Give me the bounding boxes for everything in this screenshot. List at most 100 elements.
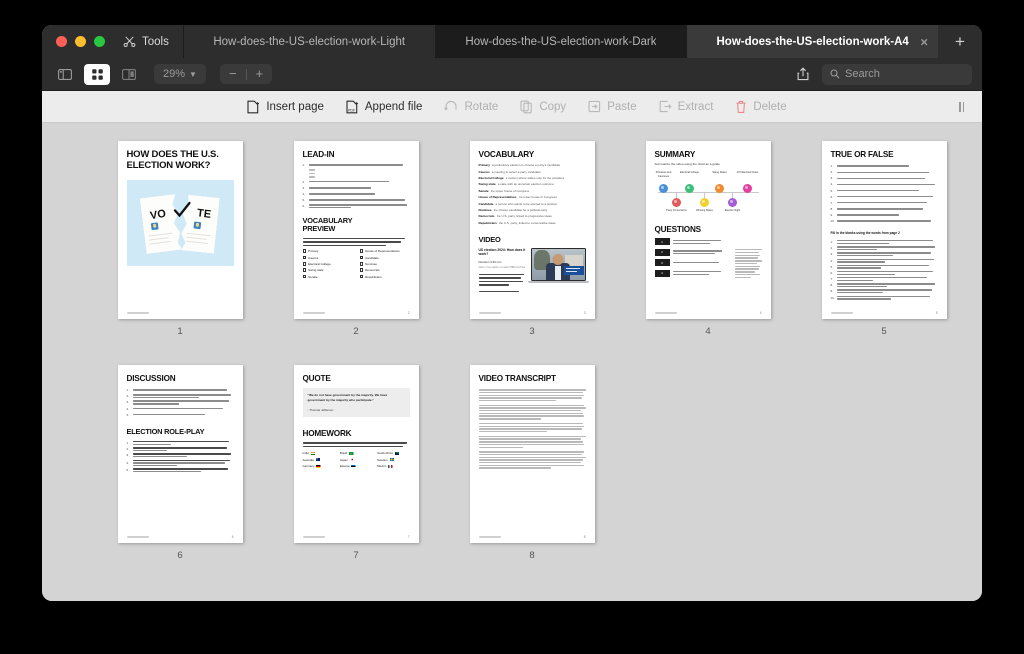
page6-roleplay-title: ELECTION ROLE-PLAY [126,426,205,436]
country-item: Australia [303,458,335,462]
paste-button[interactable]: Paste [588,100,637,113]
new-tab-button[interactable]: + [938,25,982,58]
zoom-level-dropdown[interactable]: 29% ▼ [154,64,206,84]
page5-statement-list: 1. 2. 3. 4. 5. 6. 7. 8. 9. 10. [831,164,938,223]
checkbox[interactable] [359,268,364,273]
tab-a4[interactable]: How-does-the-US-election-work-A4 × [686,25,939,58]
page2-footer-number: 2 [407,311,410,315]
page8-transcript-body [478,389,586,469]
checkbox[interactable] [302,255,307,260]
timeline-label-top: Electoral College [680,171,699,175]
page-thumbnail-6[interactable]: DISCUSSION 1. 2. 3. 4. 5. ELECTION ROLE-… [117,365,243,543]
page1-footer-note [126,312,149,314]
vocab-checkbox-item[interactable]: Caucus [302,255,353,260]
question-item: 2 [654,248,726,256]
question-number-badge: 1 [654,238,670,246]
page2-footer-note [302,312,325,314]
video-thumbnail[interactable] [527,247,589,292]
rotate-button[interactable]: Rotate [444,100,498,113]
flag-icon [351,464,356,468]
country-item: Germany [303,464,335,468]
page-thumbnail-8[interactable]: VIDEO TRANSCRIPT 8 [469,365,595,543]
zoom-out-button[interactable]: − [220,64,246,84]
timeline-node [671,198,681,208]
vocab-checkbox-item[interactable]: House of Representatives [359,249,410,253]
thumbnail-cell-8[interactable]: VIDEO TRANSCRIPT 8 8 [444,365,620,565]
page5-fill-title: Fill in the blanks using the words from … [830,231,900,236]
checkbox[interactable] [359,255,364,260]
page1-title: HOW DOES THE U.S. ELECTION WORK? [126,149,219,171]
definition-item: Senate the upper house of Congress [478,188,530,193]
checkbox[interactable] [302,274,307,279]
page8-footer-note [478,536,501,538]
vocab-checkbox-item[interactable]: Swing state [302,268,353,273]
tab-dark[interactable]: How-does-the-US-election-work-Dark [434,25,687,58]
page2-title: LEAD-IN [302,150,335,159]
page6-roleplay-list: 1. 2. 3. 4. 5. [127,441,234,473]
page2-instruction [302,237,410,247]
split-view-button[interactable] [116,64,142,85]
vocab-checkbox-item[interactable]: Primary [302,249,353,253]
checkbox[interactable] [302,262,307,266]
toolbar-grip-handle[interactable] [959,101,964,112]
vocab-checkbox-item[interactable]: Electoral College [302,262,353,266]
thumbnail-cell-7[interactable]: QUOTE "We do not have government by the … [268,365,444,565]
thumbnail-cell-1[interactable]: HOW DOES THE U.S. ELECTION WORK? VO TE 1 [92,141,268,341]
sidebar-view-button[interactable] [52,64,78,85]
page-thumbnail-1[interactable]: HOW DOES THE U.S. ELECTION WORK? VO TE [117,141,243,319]
tab-light[interactable]: How-does-the-US-election-work-Light [182,25,435,58]
page7-country-columns: India Australia Germany Brazil Japan Est… [303,451,410,468]
vocab-checkbox-item[interactable]: Republicans [359,274,410,279]
video-instruction [478,273,526,286]
thumbnail-cell-5[interactable]: TRUE OR FALSE 1. 2. 3. 4. 5. 6. 7. 8. 9.… [796,141,972,341]
timeline-label-bottom: Party Conventions [666,209,687,213]
vocab-checkbox-item[interactable]: Nominee [359,262,410,266]
page-thumbnail-2[interactable]: LEAD-IN 1. 2. 3. 4. 5. 6. VOCABULARY PRE… [293,141,419,319]
tab-bar: Tools How-does-the-US-election-work-Ligh… [42,25,982,58]
insert-page-label: Insert page [266,100,324,113]
page-number-6: 6 [177,550,183,561]
thumbnail-cell-2[interactable]: LEAD-IN 1. 2. 3. 4. 5. 6. VOCABULARY PRE… [268,141,444,341]
page-number-7: 7 [353,550,359,561]
append-file-icon: PDF [346,100,359,114]
delete-button[interactable]: Delete [735,100,787,114]
page-thumbnail-4[interactable]: SUMMARY Summarize the video using the ch… [645,141,771,319]
thumbnail-cell-4[interactable]: SUMMARY Summarize the video using the ch… [620,141,796,341]
checkbox[interactable] [359,249,364,253]
vocab-checkbox-item[interactable]: Candidate [359,255,410,260]
checkbox[interactable] [359,262,364,266]
copy-button[interactable]: Copy [520,100,566,114]
tab-light-label: How-does-the-US-election-work-Light [213,35,406,48]
extract-button[interactable]: Extract [659,100,713,113]
page-thumbnail-5[interactable]: TRUE OR FALSE 1. 2. 3. 4. 5. 6. 7. 8. 9.… [821,141,947,319]
page7-title: QUOTE [302,374,331,383]
maximize-window-button[interactable] [94,36,105,47]
close-tab-icon[interactable]: × [920,35,928,48]
country-item: Mexico [377,464,409,468]
page7-homework-title: HOMEWORK [302,429,352,439]
grid-view-button[interactable] [84,63,110,85]
thumbnail-cell-6[interactable]: DISCUSSION 1. 2. 3. 4. 5. ELECTION ROLE-… [92,365,268,565]
thumbnail-cell-3[interactable]: VOCABULARY Primary a preliminary election… [444,141,620,341]
checkbox[interactable] [302,268,307,273]
insert-page-button[interactable]: Insert page [247,100,324,114]
transcript-paragraph [478,389,586,402]
minimize-window-button[interactable] [75,36,86,47]
paste-label: Paste [607,100,637,113]
checkbox[interactable] [359,274,364,279]
share-button[interactable] [790,67,816,81]
paste-icon [588,100,601,113]
vocab-checkbox-item[interactable]: Senate [302,274,353,279]
vocab-column-left: Primary Caucus Electoral College Swing s… [302,249,353,279]
vocab-checkbox-item[interactable]: Democrats [359,268,410,273]
zoom-in-button[interactable]: + [247,64,273,84]
checkbox[interactable] [302,249,307,253]
page-thumbnail-7[interactable]: QUOTE "We do not have government by the … [293,365,419,543]
search-input[interactable]: Search [822,63,972,85]
grid-view-icon [91,68,103,80]
append-file-button[interactable]: PDF Append file [346,100,422,114]
close-window-button[interactable] [56,36,67,47]
page-thumbnail-3[interactable]: VOCABULARY Primary a preliminary election… [469,141,595,319]
laptop-base [527,280,589,283]
tools-menu-button[interactable]: Tools [117,25,183,58]
